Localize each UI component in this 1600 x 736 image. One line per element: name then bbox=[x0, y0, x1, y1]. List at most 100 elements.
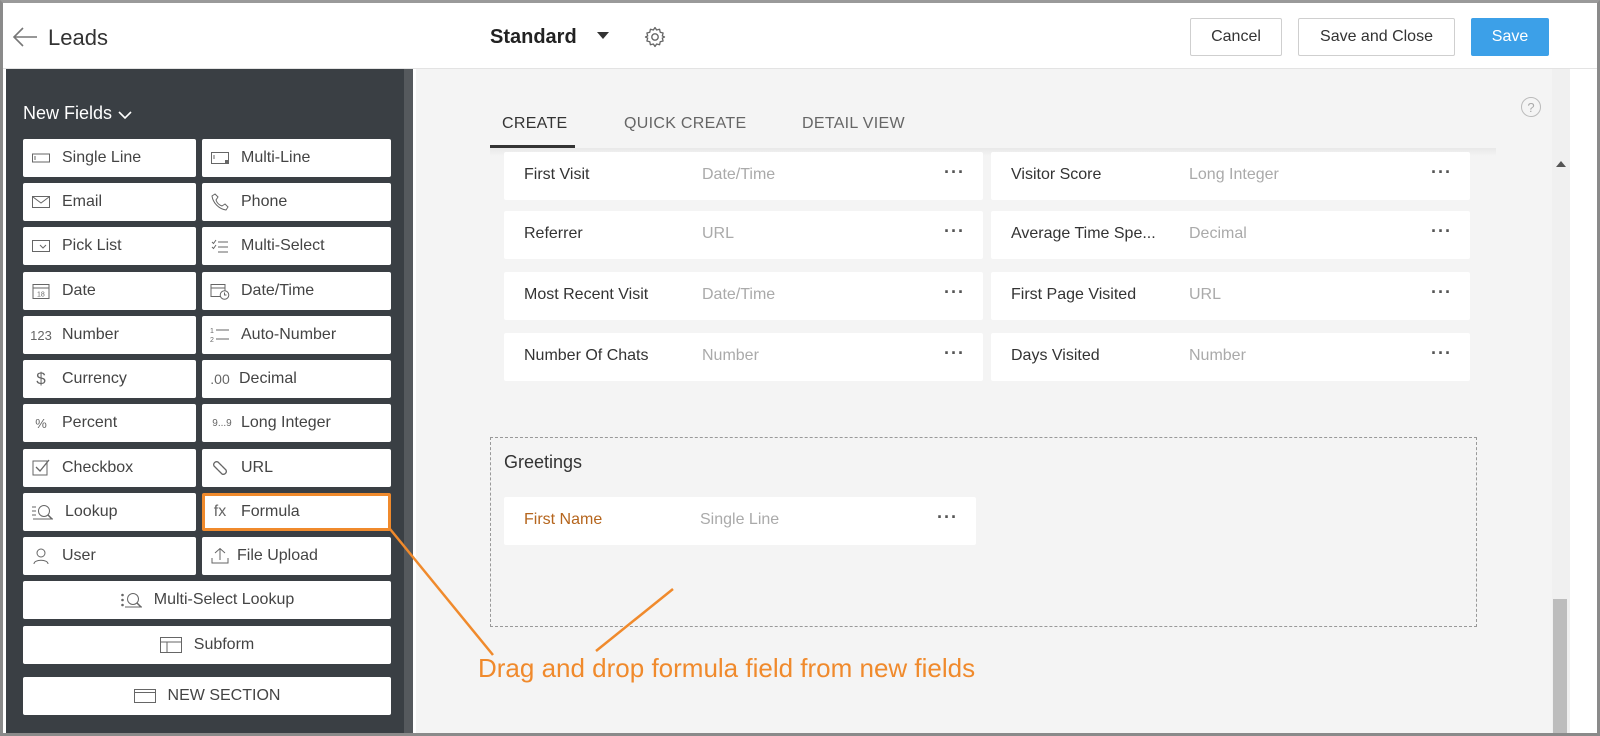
field-label: Lookup bbox=[65, 503, 118, 520]
field-row[interactable]: First Name Single Line ··· bbox=[504, 497, 976, 545]
field-row[interactable]: Referrer URL ··· bbox=[504, 211, 983, 259]
scroll-up-icon[interactable] bbox=[1556, 161, 1566, 167]
save-and-close-button[interactable]: Save and Close bbox=[1298, 18, 1455, 56]
email-icon bbox=[31, 193, 51, 211]
field-label: Date bbox=[62, 282, 96, 299]
chevron-down-icon[interactable] bbox=[597, 32, 609, 39]
field-label: Multi-Select Lookup bbox=[153, 591, 295, 608]
field-phone[interactable]: Phone bbox=[202, 183, 391, 221]
field-long-integer[interactable]: 9...9 Long Integer bbox=[202, 404, 391, 442]
number-icon: 123 bbox=[30, 327, 52, 343]
svg-text:2: 2 bbox=[210, 337, 214, 344]
decimal-icon: .00 bbox=[210, 371, 230, 387]
field-row-type: Date/Time bbox=[702, 166, 776, 183]
field-pick-list[interactable]: Pick List bbox=[23, 227, 196, 265]
field-row[interactable]: First Page Visited URL ··· bbox=[991, 272, 1470, 320]
field-label: Multi-Select bbox=[241, 237, 325, 254]
date-icon: 18 bbox=[31, 282, 51, 300]
field-label: Single Line bbox=[62, 149, 142, 166]
user-icon bbox=[31, 547, 51, 565]
field-label: File Upload bbox=[237, 547, 318, 564]
more-options-icon[interactable]: ··· bbox=[1431, 282, 1452, 303]
sidebar-scrollbar[interactable] bbox=[404, 69, 413, 733]
section-title[interactable]: Greetings bbox=[504, 452, 582, 473]
field-row-type: Single Line bbox=[700, 511, 780, 528]
field-auto-number[interactable]: 12 Auto-Number bbox=[202, 316, 391, 354]
field-label: Decimal bbox=[239, 370, 297, 387]
field-row[interactable]: First Visit Date/Time ··· bbox=[504, 152, 983, 200]
more-options-icon[interactable]: ··· bbox=[1431, 162, 1452, 183]
more-options-icon[interactable]: ··· bbox=[937, 507, 958, 528]
gear-icon[interactable] bbox=[643, 25, 667, 49]
field-date-time[interactable]: Date/Time bbox=[202, 272, 391, 310]
more-options-icon[interactable]: ··· bbox=[944, 343, 965, 364]
field-subform[interactable]: Subform bbox=[23, 626, 391, 664]
single-line-icon bbox=[31, 149, 51, 167]
field-label: Subform bbox=[193, 636, 255, 653]
help-icon[interactable]: ? bbox=[1521, 97, 1541, 117]
more-options-icon[interactable]: ··· bbox=[1431, 343, 1452, 364]
field-label: Checkbox bbox=[62, 459, 134, 476]
field-row[interactable]: Visitor Score Long Integer ··· bbox=[991, 152, 1470, 200]
field-row[interactable]: Number Of Chats Number ··· bbox=[504, 333, 983, 381]
section-drop-zone[interactable]: Greetings First Name Single Line ··· bbox=[490, 437, 1477, 627]
new-fields-panel: New Fields Single Line Multi-Line Email … bbox=[6, 69, 413, 733]
field-multi-select-lookup[interactable]: Multi-Select Lookup bbox=[23, 581, 391, 619]
field-row[interactable]: Most Recent Visit Date/Time ··· bbox=[504, 272, 983, 320]
new-fields-toggle[interactable]: New Fields bbox=[23, 103, 132, 124]
field-row-type: Date/Time bbox=[702, 286, 776, 303]
field-decimal[interactable]: .00 Decimal bbox=[202, 360, 391, 398]
field-single-line[interactable]: Single Line bbox=[23, 139, 196, 177]
field-row[interactable]: Average Time Spe... Decimal ··· bbox=[991, 211, 1470, 259]
field-checkbox[interactable]: Checkbox bbox=[23, 449, 196, 487]
field-user[interactable]: User bbox=[23, 537, 196, 575]
save-button[interactable]: Save bbox=[1471, 18, 1549, 56]
field-number[interactable]: 123 Number bbox=[23, 316, 196, 354]
field-row-label: Average Time Spe... bbox=[1011, 225, 1156, 242]
field-row-label: First Name bbox=[524, 511, 603, 528]
field-email[interactable]: Email bbox=[23, 183, 196, 221]
field-label: NEW SECTION bbox=[167, 687, 281, 704]
field-percent[interactable]: % Percent bbox=[23, 404, 196, 442]
currency-icon: $ bbox=[36, 369, 46, 388]
tab-create[interactable]: CREATE bbox=[502, 115, 568, 133]
back-arrow-icon[interactable] bbox=[11, 25, 39, 49]
field-multi-select[interactable]: Multi-Select bbox=[202, 227, 391, 265]
more-options-icon[interactable]: ··· bbox=[1431, 221, 1452, 242]
field-row[interactable]: Days Visited Number ··· bbox=[991, 333, 1470, 381]
field-multi-line[interactable]: Multi-Line bbox=[202, 139, 391, 177]
field-label: Formula bbox=[241, 503, 300, 520]
more-options-icon[interactable]: ··· bbox=[944, 282, 965, 303]
multi-line-icon bbox=[210, 149, 230, 167]
field-label: Phone bbox=[241, 193, 288, 210]
field-formula[interactable]: fx Formula bbox=[202, 493, 391, 531]
field-lookup[interactable]: Lookup bbox=[23, 493, 196, 531]
checkbox-icon bbox=[31, 459, 51, 477]
field-url[interactable]: URL bbox=[202, 449, 391, 487]
field-label: Multi-Line bbox=[241, 149, 311, 166]
lookup-icon bbox=[31, 503, 55, 521]
tab-quick-create[interactable]: QUICK CREATE bbox=[624, 115, 746, 133]
multi-select-lookup-icon bbox=[120, 591, 144, 609]
field-date[interactable]: 18 Date bbox=[23, 272, 196, 310]
field-row-type: URL bbox=[702, 225, 735, 242]
cancel-button[interactable]: Cancel bbox=[1190, 18, 1282, 56]
new-section-button[interactable]: NEW SECTION bbox=[23, 677, 391, 715]
scrollbar-thumb[interactable] bbox=[1553, 599, 1567, 733]
layout-selector[interactable]: Standard bbox=[490, 26, 577, 49]
field-currency[interactable]: $ Currency bbox=[23, 360, 196, 398]
phone-icon bbox=[210, 193, 230, 211]
layout-tabs: CREATE QUICK CREATE DETAIL VIEW bbox=[490, 109, 1496, 149]
more-options-icon[interactable]: ··· bbox=[944, 162, 965, 183]
formula-icon: fx bbox=[213, 503, 227, 520]
tab-detail-view[interactable]: DETAIL VIEW bbox=[802, 115, 905, 133]
field-file-upload[interactable]: File Upload bbox=[202, 537, 391, 575]
window-frame: Leads Standard Cancel Save and Close Sav… bbox=[0, 0, 1600, 736]
date-glyph: 18 bbox=[37, 292, 45, 299]
field-row-label: Visitor Score bbox=[1011, 166, 1102, 183]
more-options-icon[interactable]: ··· bbox=[944, 221, 965, 242]
new-section-icon bbox=[133, 687, 156, 705]
percent-icon: % bbox=[35, 415, 47, 431]
main-scrollbar[interactable] bbox=[1552, 69, 1570, 733]
field-row-label: First Visit bbox=[524, 166, 590, 183]
